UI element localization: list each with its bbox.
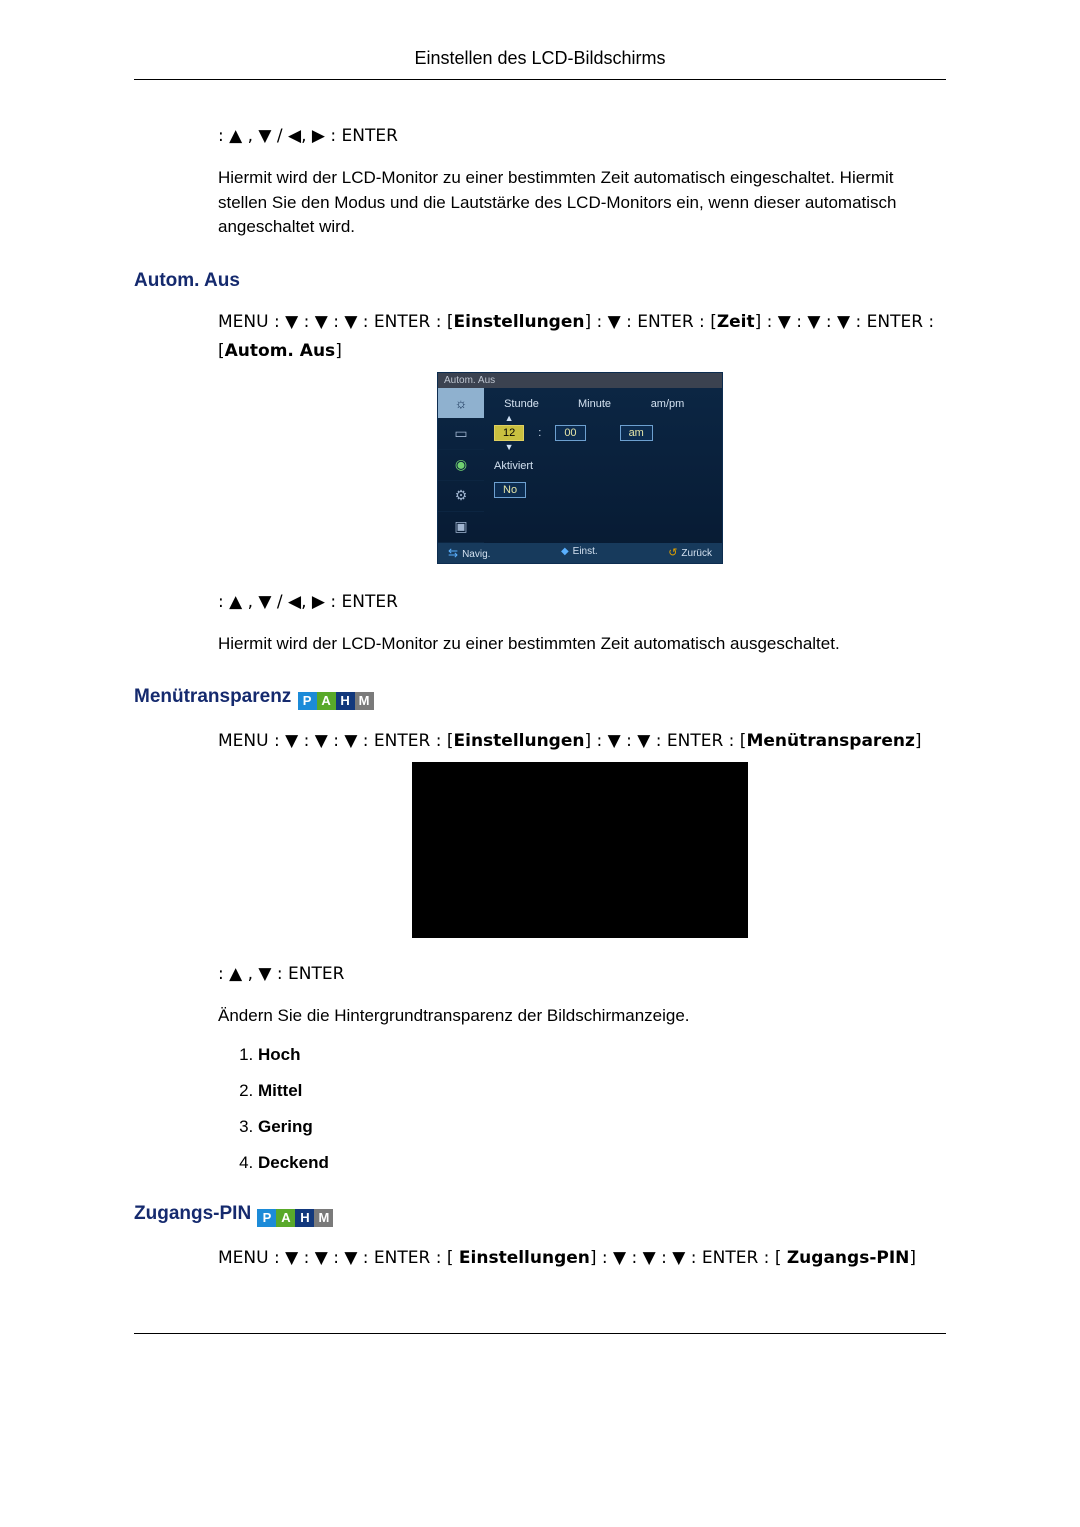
list-item: Deckend bbox=[258, 1153, 942, 1173]
badge-h-icon: H bbox=[336, 692, 355, 710]
osd-tab-3[interactable]: ◉ bbox=[438, 450, 484, 481]
osd-footer: Navig. Einst. Zurück bbox=[438, 543, 722, 563]
osd-activated-value[interactable]: No bbox=[494, 482, 526, 498]
osd-foot-set: Einst. bbox=[561, 546, 598, 560]
badge-p-icon: P bbox=[257, 1209, 276, 1227]
osd-colon: : bbox=[538, 427, 541, 439]
up-arrow-icon[interactable]: ▲ bbox=[505, 414, 514, 423]
menu-path-autom-aus: MENU : ▼ : ▼ : ▼ : ENTER : [Einstellunge… bbox=[218, 308, 942, 366]
page-header: Einstellen des LCD-Bildschirms bbox=[134, 48, 946, 80]
osd-title: Autom. Aus bbox=[438, 373, 722, 388]
osd-hour-field[interactable]: 12 bbox=[494, 425, 524, 441]
osd-menutransparenz-placeholder bbox=[412, 762, 748, 938]
pahm-badges: PAHM bbox=[257, 1206, 333, 1228]
page-footer-rule bbox=[134, 1333, 946, 1334]
autom-aus-description: Hiermit wird der LCD-Monitor zu einer be… bbox=[218, 632, 942, 657]
list-item: Mittel bbox=[258, 1081, 942, 1101]
section-title-menutransparenz: Menütransparenz PAHM bbox=[134, 686, 946, 711]
menu-path-zugangs-pin: MENU : ▼ : ▼ : ▼ : ENTER : [ Einstellung… bbox=[218, 1244, 942, 1273]
menu-path-menutransparenz: MENU : ▼ : ▼ : ▼ : ENTER : [Einstellunge… bbox=[218, 727, 942, 756]
osd-col-hour: Stunde bbox=[494, 398, 549, 410]
list-item: Hoch bbox=[258, 1045, 942, 1065]
pahm-badges: PAHM bbox=[298, 689, 374, 711]
badge-m-icon: M bbox=[314, 1209, 333, 1227]
osd-activated-label: Aktiviert bbox=[494, 460, 714, 472]
badge-m-icon: M bbox=[355, 692, 374, 710]
intro-paragraph: Hiermit wird der LCD-Monitor zu einer be… bbox=[218, 166, 942, 240]
list-item: Gering bbox=[258, 1117, 942, 1137]
section-title-autom-aus: Autom. Aus bbox=[134, 270, 946, 292]
osd-tab-4[interactable]: ⚙ bbox=[438, 481, 484, 512]
menutrans-options: Hoch Mittel Gering Deckend bbox=[242, 1045, 942, 1173]
page-title: Einstellen des LCD-Bildschirms bbox=[414, 48, 665, 68]
osd-tab-5[interactable]: ▣ bbox=[438, 512, 484, 543]
badge-a-icon: A bbox=[276, 1209, 295, 1227]
nav-hint: : ▲ , ▼ / ◀, ▶ : ENTER bbox=[218, 592, 942, 612]
osd-ampm-field[interactable]: am bbox=[620, 425, 653, 441]
osd-tab-1[interactable]: ☼ bbox=[438, 388, 484, 419]
badge-h-icon: H bbox=[295, 1209, 314, 1227]
nav-hint: : ▲ , ▼ / ◀, ▶ : ENTER bbox=[218, 126, 942, 146]
osd-foot-back: Zurück bbox=[668, 546, 712, 560]
badge-a-icon: A bbox=[317, 692, 336, 710]
nav-hint: : ▲ , ▼ : ENTER bbox=[218, 964, 942, 984]
osd-autom-aus: Autom. Aus ☼ ▭ ◉ ⚙ ▣ Stunde Minute am/pm bbox=[437, 372, 723, 564]
section-title-zugangs-pin: Zugangs-PIN PAHM bbox=[134, 1203, 946, 1228]
osd-col-ampm: am/pm bbox=[640, 398, 695, 410]
badge-p-icon: P bbox=[298, 692, 317, 710]
osd-foot-nav: Navig. bbox=[448, 546, 490, 560]
menutrans-description: Ändern Sie die Hintergrundtransparenz de… bbox=[218, 1004, 942, 1029]
down-arrow-icon[interactable]: ▼ bbox=[505, 443, 514, 452]
osd-col-minute: Minute bbox=[567, 398, 622, 410]
osd-minute-field[interactable]: 00 bbox=[555, 425, 585, 441]
osd-tabs: ☼ ▭ ◉ ⚙ ▣ bbox=[438, 388, 484, 543]
osd-tab-2[interactable]: ▭ bbox=[438, 419, 484, 450]
